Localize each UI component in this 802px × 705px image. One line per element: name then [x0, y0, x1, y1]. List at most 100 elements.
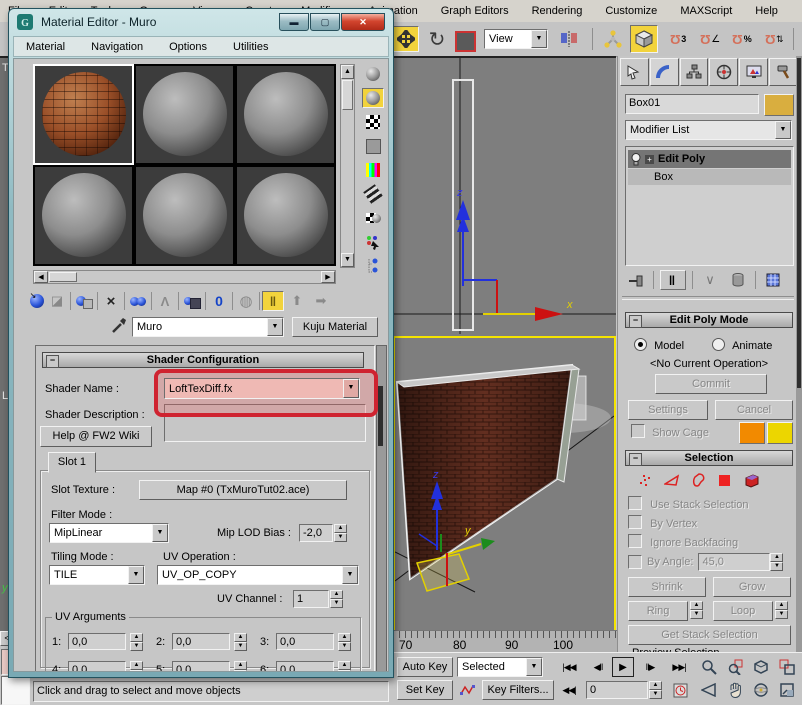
me-menu-utilities[interactable]: Utilities: [231, 41, 270, 53]
go-to-parent-icon[interactable]: ⬆: [286, 291, 308, 311]
help-fw2-wiki-button[interactable]: Help @ FW2 Wiki: [40, 426, 152, 447]
tab-create[interactable]: [620, 58, 649, 86]
maximize-button[interactable]: ▢: [310, 13, 340, 31]
make-unique-stack-icon[interactable]: ∨: [699, 270, 721, 290]
select-and-move-button[interactable]: [393, 26, 419, 52]
menu-rendering[interactable]: Rendering: [530, 5, 585, 17]
spinner-up-icon[interactable]: ▲: [690, 601, 703, 610]
time-ruler[interactable]: 70 80 90 100: [393, 630, 617, 652]
uv-arg-5-field[interactable]: 0,0: [172, 661, 230, 672]
spinner-up-icon[interactable]: ▲: [130, 661, 143, 670]
slots-vertical-scrollbar[interactable]: ▲ ▼: [340, 64, 355, 268]
material-editor-titlebar[interactable]: G Material Editor - Muro ▬ ▢ ✕: [9, 9, 393, 35]
radio-model-circle[interactable]: [634, 338, 647, 351]
put-to-library-icon[interactable]: [181, 291, 203, 311]
ignore-backfacing-checkbox[interactable]: [628, 534, 642, 548]
vertex-icon[interactable]: [638, 473, 652, 487]
uv-arg-6-field[interactable]: 0,0: [276, 661, 334, 672]
uv-arg-2-field[interactable]: 0,0: [172, 633, 230, 650]
show-cage-checkbox[interactable]: [631, 424, 645, 438]
loop-spinner[interactable]: ▲▼: [775, 601, 788, 621]
zoom-extents-icon[interactable]: [748, 657, 774, 677]
collapse-icon[interactable]: −: [629, 453, 642, 466]
snap-3d-button[interactable]: Ω3: [664, 26, 692, 52]
slot-1-tab[interactable]: Slot 1: [48, 452, 96, 473]
material-id-channel-icon[interactable]: 0: [208, 291, 230, 311]
current-time-field[interactable]: 0: [586, 681, 648, 699]
field-of-view-icon[interactable]: [696, 680, 722, 700]
spinner-snap-button[interactable]: Ω⇅: [760, 26, 788, 52]
zoom-extents-all-icon[interactable]: [774, 657, 800, 677]
sample-slot-4[interactable]: [33, 165, 134, 266]
arc-rotate-icon[interactable]: [748, 680, 774, 700]
close-icon[interactable]: ✕: [341, 13, 385, 31]
material-editor-options-icon[interactable]: [362, 208, 384, 228]
chevron-down-icon[interactable]: ▼: [342, 566, 358, 584]
angle-snap-button[interactable]: Ω∠: [696, 26, 724, 52]
maxscript-mini-listener-white[interactable]: [1, 676, 30, 705]
slots-horizontal-scrollbar[interactable]: ◀ ▶: [33, 270, 336, 284]
go-to-end-button[interactable]: ▶▶|: [666, 657, 692, 677]
material-editor-window[interactable]: G Material Editor - Muro ▬ ▢ ✕ Material …: [8, 8, 394, 678]
spinner-up-icon[interactable]: ▲: [330, 590, 343, 599]
go-to-start-button[interactable]: |◀◀: [556, 657, 582, 677]
make-material-copy-icon[interactable]: [127, 291, 149, 311]
spinner-up-icon[interactable]: ▲: [130, 633, 143, 642]
spinner-up-icon[interactable]: ▲: [234, 661, 247, 670]
tiling-mode-dropdown[interactable]: TILE ▼: [49, 565, 145, 585]
uv-arg-4-spinner[interactable]: ▲▼: [130, 661, 143, 672]
sample-uv-tiling-icon[interactable]: [362, 136, 384, 156]
sample-type-icon[interactable]: [362, 64, 384, 84]
tab-display[interactable]: [739, 58, 768, 86]
scroll-thumb[interactable]: [342, 80, 353, 110]
uv-arg-5-spinner[interactable]: ▲▼: [234, 661, 247, 672]
previous-key-button[interactable]: ◀◀|: [556, 680, 582, 700]
play-button[interactable]: ▶: [612, 657, 634, 677]
expand-plus-icon[interactable]: +: [645, 155, 654, 164]
uv-arg-1-spinner[interactable]: ▲▼: [130, 633, 143, 650]
me-menu-material[interactable]: Material: [24, 41, 67, 53]
reference-coordinate-dropdown[interactable]: View ▼: [484, 29, 548, 49]
cage-selected-color-swatch[interactable]: [767, 422, 793, 444]
sample-slot-5[interactable]: [134, 165, 235, 266]
material-map-navigator-icon[interactable]: [362, 256, 384, 276]
go-forward-to-sibling-icon[interactable]: ➡: [310, 291, 332, 311]
spinner-down-icon[interactable]: ▼: [690, 610, 703, 619]
spinner-up-icon[interactable]: ▲: [338, 633, 351, 642]
auto-key-button[interactable]: Auto Key: [397, 657, 453, 677]
minimize-button[interactable]: ▬: [279, 13, 309, 31]
spinner-up-icon[interactable]: ▲: [770, 553, 783, 562]
object-color-swatch[interactable]: [764, 94, 794, 116]
show-map-in-viewport-icon[interactable]: ◍: [235, 291, 257, 311]
scroll-up-icon[interactable]: ▲: [341, 65, 354, 79]
select-and-scale-button[interactable]: [455, 31, 476, 52]
uv-arg-1-field[interactable]: 0,0: [68, 633, 126, 650]
spinner-down-icon[interactable]: ▼: [234, 642, 247, 651]
mirror-button[interactable]: [556, 26, 582, 52]
scroll-right-icon[interactable]: ▶: [321, 271, 335, 283]
uv-channel-field[interactable]: 1: [293, 590, 329, 608]
zoom-icon[interactable]: [696, 657, 722, 677]
pan-hand-icon[interactable]: [722, 680, 748, 700]
uv-operation-dropdown[interactable]: UV_OP_COPY ▼: [157, 565, 359, 585]
material-type-button[interactable]: Kuju Material: [292, 317, 378, 337]
select-and-rotate-button[interactable]: ↻: [424, 26, 450, 52]
by-angle-field[interactable]: 45,0: [698, 553, 770, 571]
tab-hierarchy[interactable]: [680, 58, 709, 86]
cancel-button[interactable]: Cancel: [715, 400, 793, 420]
chevron-down-icon[interactable]: ▼: [775, 121, 791, 139]
shader-configuration-rollout-header[interactable]: − Shader Configuration: [42, 352, 364, 368]
previous-frame-button[interactable]: ◀‖: [586, 657, 610, 677]
uv-arg-3-spinner[interactable]: ▲▼: [338, 633, 351, 650]
tab-utilities[interactable]: [769, 58, 798, 86]
sample-slot-3[interactable]: [235, 64, 336, 165]
spinner-down-icon[interactable]: ▼: [334, 533, 347, 542]
scroll-thumb[interactable]: [49, 272, 77, 282]
polygon-icon[interactable]: [718, 473, 732, 487]
assign-material-to-selection-icon[interactable]: [73, 291, 95, 311]
radio-animate-circle[interactable]: [712, 338, 725, 351]
background-icon[interactable]: [362, 112, 384, 132]
min-max-toggle-icon[interactable]: [774, 680, 800, 700]
configure-modifier-sets-icon[interactable]: [762, 270, 784, 290]
set-key-button[interactable]: Set Key: [397, 680, 453, 700]
